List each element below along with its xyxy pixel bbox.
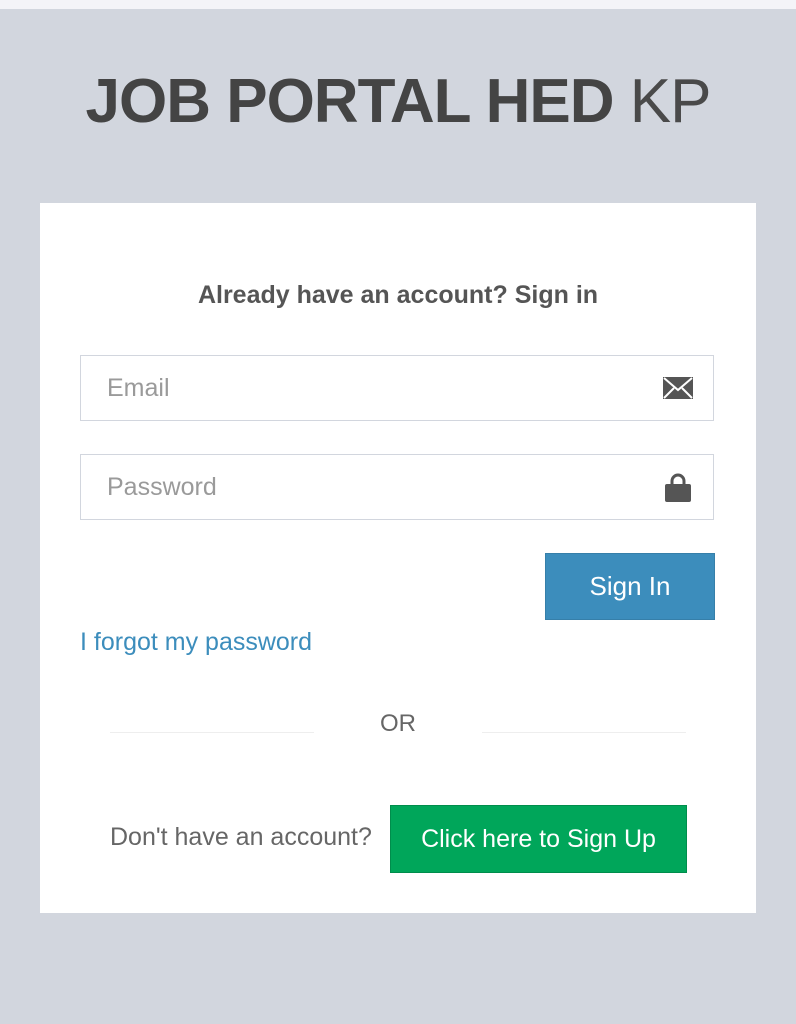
password-field[interactable] (80, 454, 714, 520)
app-logo: JOB PORTAL HED KP (0, 62, 796, 142)
logo-light-text: KP (629, 67, 712, 136)
sign-in-button[interactable]: Sign In (545, 553, 715, 620)
envelope-icon (663, 373, 693, 403)
lock-icon (663, 472, 693, 502)
no-account-text: Don't have an account? (110, 823, 372, 851)
email-input[interactable] (81, 356, 713, 420)
forgot-password-link[interactable]: I forgot my password (80, 625, 312, 659)
logo-bold-text: JOB PORTAL HED (85, 67, 615, 136)
or-divider-left (110, 732, 314, 733)
or-separator: OR (380, 710, 416, 737)
login-title: Already have an account? Sign in (197, 281, 599, 309)
or-divider-right (482, 732, 686, 733)
email-field[interactable] (80, 355, 714, 421)
top-strip (0, 0, 796, 9)
login-card: Already have an account? Sign in Sign In… (40, 203, 756, 913)
sign-up-button[interactable]: Click here to Sign Up (390, 805, 687, 873)
password-input[interactable] (81, 455, 713, 519)
